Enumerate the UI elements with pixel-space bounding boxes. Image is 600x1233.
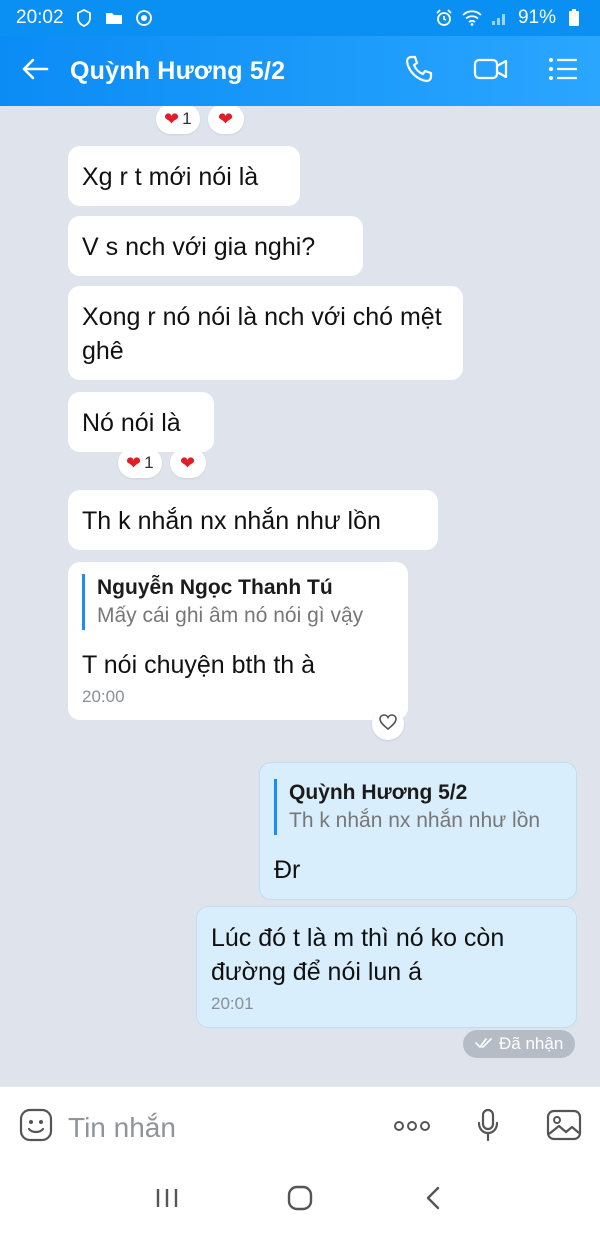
vpn-icon — [134, 8, 154, 28]
quoted-text: Th k nhắn nx nhắn như lồn — [289, 809, 541, 832]
react-heart-button[interactable]: ❤ — [207, 106, 244, 134]
alarm-icon — [434, 8, 454, 28]
message-bubble[interactable]: Xong r nó nói là nch với chó mệt ghê — [68, 286, 463, 380]
phone-icon — [404, 54, 434, 89]
menu-button[interactable] — [546, 54, 580, 88]
message-time: 20:00 — [82, 687, 125, 706]
quoted-sender: Nguyễn Ngọc Thanh Tú — [97, 576, 333, 599]
delivery-status-badge: Đã nhận — [463, 1030, 576, 1058]
message-bubble[interactable]: V s nch với gia nghi? — [68, 216, 363, 276]
chat-title[interactable]: Quỳnh Hương 5/2 — [70, 57, 285, 86]
reply-message-bubble[interactable]: Nguyễn Ngọc Thanh Tú Mấy cái ghi âm nó n… — [68, 562, 408, 720]
battery-icon — [564, 8, 584, 28]
home-button[interactable] — [280, 1181, 320, 1221]
message-input[interactable] — [68, 1111, 368, 1144]
my-reply-message-bubble[interactable]: Quỳnh Hương 5/2 Th k nhắn nx nhắn như lồ… — [259, 762, 577, 900]
message-text: Xg r t mới nói là — [82, 163, 259, 191]
image-icon — [546, 1109, 582, 1146]
arrow-left-icon — [21, 57, 49, 86]
quoted-message[interactable]: Nguyễn Ngọc Thanh Tú Mấy cái ghi âm nó n… — [82, 574, 394, 630]
chevron-left-icon — [424, 1185, 442, 1216]
quoted-message[interactable]: Quỳnh Hương 5/2 Th k nhắn nx nhắn như lồ… — [274, 779, 562, 835]
message-text: T nói chuyện bth th à — [82, 651, 316, 679]
recent-apps-icon — [154, 1187, 180, 1214]
quoted-text: Mấy cái ghi âm nó nói gì vậy — [97, 604, 364, 627]
microphone-icon — [476, 1108, 500, 1147]
battery-percent: 91% — [517, 7, 556, 28]
reaction-count-pill[interactable]: ❤ 1 — [118, 448, 162, 478]
system-back-button[interactable] — [413, 1181, 453, 1221]
message-text: V s nch với gia nghi? — [82, 233, 316, 261]
voice-record-button[interactable] — [470, 1108, 506, 1147]
back-button[interactable] — [0, 36, 70, 106]
signal-icon — [490, 8, 510, 28]
shield-icon — [74, 8, 94, 28]
status-time: 20:02 — [16, 7, 64, 28]
message-bubble[interactable]: Xg r t mới nói là — [68, 146, 300, 206]
message-text: Đr — [274, 856, 301, 884]
status-bar: 20:02 91% — [0, 0, 600, 36]
wifi-icon — [462, 8, 482, 28]
like-button[interactable] — [372, 708, 404, 740]
my-message-bubble[interactable]: Lúc đó t là m thì nó ko còn đường để nói… — [196, 906, 577, 1028]
message-text: Lúc đó t là m thì nó ko còn đường để nói… — [211, 924, 505, 986]
message-bubble[interactable]: Nó nói là — [68, 392, 214, 452]
delivery-status-text: Đã nhận — [499, 1034, 564, 1053]
more-options-button[interactable] — [394, 1110, 430, 1146]
reaction-count-pill[interactable]: ❤ 1 — [156, 106, 200, 134]
home-icon — [286, 1184, 314, 1217]
reaction-count: 1 — [144, 453, 154, 472]
video-camera-icon — [473, 56, 509, 87]
react-heart-button[interactable]: ❤ — [169, 448, 206, 478]
list-menu-icon — [548, 56, 578, 87]
message-text: Th k nhắn nx nhắn như lồn — [82, 507, 381, 535]
quoted-sender: Quỳnh Hương 5/2 — [289, 781, 468, 804]
heart-outline-icon — [379, 713, 397, 735]
message-list[interactable]: ❤ 1 ❤ Xg r t mới nói là V s nch với gia … — [0, 106, 600, 1086]
message-bubble[interactable]: Th k nhắn nx nhắn như lồn — [68, 490, 438, 550]
image-picker-button[interactable] — [546, 1109, 582, 1146]
more-dots-icon — [393, 1119, 431, 1137]
reaction-group: ❤ 1 ❤ — [118, 448, 206, 478]
chat-header: Quỳnh Hương 5/2 — [0, 36, 600, 106]
reaction-group: ❤ 1 ❤ — [156, 106, 244, 134]
heart-icon: ❤ — [164, 109, 180, 129]
heart-icon: ❤ — [218, 109, 234, 129]
voice-call-button[interactable] — [402, 54, 436, 88]
heart-icon: ❤ — [180, 453, 196, 473]
video-call-button[interactable] — [473, 54, 509, 88]
message-text: Xong r nó nói là nch với chó mệt ghê — [82, 303, 442, 365]
message-text: Nó nói là — [82, 409, 181, 437]
reaction-count: 1 — [182, 109, 192, 128]
sticker-button[interactable] — [18, 1108, 54, 1147]
composer-bar — [0, 1086, 600, 1168]
system-nav-bar — [0, 1168, 600, 1233]
smiley-icon — [19, 1108, 53, 1147]
heart-icon: ❤ — [126, 453, 142, 473]
recent-apps-button[interactable] — [147, 1181, 187, 1221]
message-time: 20:01 — [211, 994, 254, 1013]
double-check-icon — [475, 1034, 493, 1054]
folder-icon — [104, 8, 124, 28]
